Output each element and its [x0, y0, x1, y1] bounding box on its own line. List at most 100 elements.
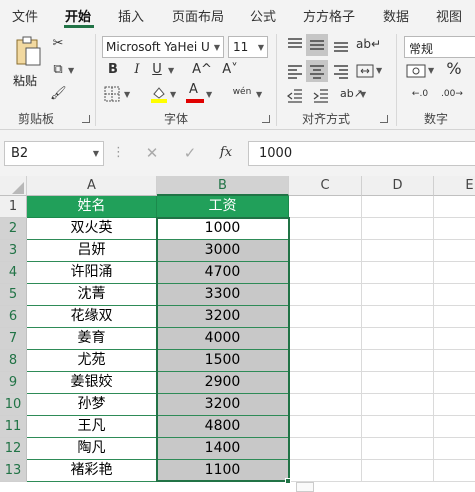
empty-cell-c[interactable]	[289, 438, 362, 460]
merge-center-icon[interactable]	[356, 62, 374, 80]
cell-name[interactable]: 姜银姣	[27, 372, 157, 394]
tab-insert[interactable]: 插入	[118, 6, 144, 25]
align-right-icon[interactable]	[332, 62, 350, 80]
empty-cell-e[interactable]	[434, 196, 475, 218]
empty-cell-d[interactable]	[362, 240, 434, 262]
empty-cell-c[interactable]	[289, 372, 362, 394]
decrease-decimal-icon[interactable]: .00→	[438, 86, 466, 102]
percent-button[interactable]: %	[444, 61, 464, 77]
row-header[interactable]: 9	[0, 372, 27, 394]
empty-cell-d[interactable]	[362, 306, 434, 328]
accounting-format-icon[interactable]	[406, 62, 426, 80]
column-header-c[interactable]: C	[289, 176, 362, 196]
row-header[interactable]: 10	[0, 394, 27, 416]
row-header[interactable]: 4	[0, 262, 27, 284]
increase-indent-icon[interactable]	[312, 86, 330, 104]
empty-cell-c[interactable]	[289, 218, 362, 240]
row-header[interactable]: 11	[0, 416, 27, 438]
cell-name[interactable]: 吕妍	[27, 240, 157, 262]
empty-cell-e[interactable]	[434, 306, 475, 328]
cell-name[interactable]: 王凡	[27, 416, 157, 438]
empty-cell-e[interactable]	[434, 284, 475, 306]
font-size-select[interactable]: 11 ▼	[228, 36, 268, 58]
accounting-dropdown-icon[interactable]: ▼	[428, 66, 434, 75]
tab-page-layout[interactable]: 页面布局	[172, 6, 224, 25]
align-middle-button-selected[interactable]	[306, 34, 328, 56]
empty-cell-d[interactable]	[362, 350, 434, 372]
row-header[interactable]: 12	[0, 438, 27, 460]
cell-name[interactable]: 姜育	[27, 328, 157, 350]
clipboard-launcher-icon[interactable]	[82, 115, 90, 123]
column-header-b[interactable]: B	[157, 176, 289, 196]
empty-cell-d[interactable]	[362, 394, 434, 416]
format-painter-icon[interactable]: 🖌	[50, 86, 67, 102]
column-header-d[interactable]: D	[362, 176, 434, 196]
wrap-text-icon[interactable]: ab↵	[356, 36, 381, 52]
worksheet-grid[interactable]: A B C D E 1 2 3 4 5 6 7 8 9 10 11 12 13 姓名 工资 双火英 1000 吕…	[0, 176, 475, 492]
cell-name[interactable]: 沈菁	[27, 284, 157, 306]
empty-cell-c[interactable]	[289, 416, 362, 438]
phonetic-dropdown-icon[interactable]: ▼	[256, 90, 262, 99]
column-header-a[interactable]: A	[27, 176, 157, 196]
empty-cell-d[interactable]	[362, 460, 434, 482]
empty-cell-c[interactable]	[289, 460, 362, 482]
tab-formulas[interactable]: 公式	[250, 6, 276, 25]
row-header[interactable]: 5	[0, 284, 27, 306]
empty-cell-c[interactable]	[289, 240, 362, 262]
empty-cell-e[interactable]	[434, 328, 475, 350]
row-header[interactable]: 1	[0, 196, 27, 218]
underline-button[interactable]: U	[150, 62, 164, 78]
borders-icon[interactable]	[104, 86, 120, 102]
borders-dropdown-icon[interactable]: ▼	[124, 90, 130, 99]
column-header-e[interactable]: E	[434, 176, 475, 196]
cancel-entry-icon[interactable]: ✕	[144, 145, 160, 161]
row-header[interactable]: 13	[0, 460, 27, 482]
row-header[interactable]: 6	[0, 306, 27, 328]
empty-cell-d[interactable]	[362, 416, 434, 438]
confirm-entry-icon[interactable]: ✓	[182, 145, 198, 161]
increase-decimal-icon[interactable]: ←.0	[406, 86, 434, 102]
empty-cell-d[interactable]	[362, 218, 434, 240]
row-header[interactable]: 2	[0, 218, 27, 240]
empty-cell-c[interactable]	[289, 284, 362, 306]
cell-name[interactable]: 花缘双	[27, 306, 157, 328]
row-header[interactable]: 3	[0, 240, 27, 262]
quick-analysis-icon[interactable]	[296, 482, 314, 492]
merge-dropdown-icon[interactable]: ▼	[376, 66, 382, 75]
empty-cell-c[interactable]	[289, 350, 362, 372]
align-bottom-icon[interactable]	[332, 36, 350, 54]
select-all-corner[interactable]	[0, 176, 27, 196]
fill-color-dropdown-icon[interactable]: ▼	[170, 90, 176, 99]
empty-cell-c[interactable]	[289, 394, 362, 416]
empty-cell-e[interactable]	[434, 438, 475, 460]
header-cell-name[interactable]: 姓名	[27, 196, 157, 218]
empty-cell-d[interactable]	[362, 262, 434, 284]
empty-cell-e[interactable]	[434, 262, 475, 284]
tab-home[interactable]: 开始	[65, 6, 91, 25]
empty-cell-e[interactable]	[434, 218, 475, 240]
orientation-icon[interactable]: ab↗	[340, 86, 363, 102]
empty-cell-c[interactable]	[289, 262, 362, 284]
empty-cell-d[interactable]	[362, 196, 434, 218]
header-cell-salary[interactable]: 工资	[157, 196, 289, 218]
font-name-select[interactable]: Microsoft YaHei UI ▼	[102, 36, 224, 58]
align-left-icon[interactable]	[286, 62, 304, 80]
empty-cell-e[interactable]	[434, 240, 475, 262]
tab-view[interactable]: 视图	[436, 6, 462, 25]
copy-dropdown-icon[interactable]: ▼	[68, 66, 74, 75]
paste-button[interactable]: 粘贴	[10, 36, 46, 92]
empty-cell-d[interactable]	[362, 328, 434, 350]
empty-cell-c[interactable]	[289, 196, 362, 218]
empty-cell-c[interactable]	[289, 328, 362, 350]
alignment-launcher-icon[interactable]	[380, 115, 388, 123]
decrease-indent-icon[interactable]	[286, 86, 304, 104]
insert-function-button[interactable]: fx	[218, 145, 234, 161]
copy-icon[interactable]: ⧉	[50, 62, 66, 78]
empty-cell-c[interactable]	[289, 306, 362, 328]
tab-data[interactable]: 数据	[383, 6, 409, 25]
number-format-select[interactable]: 常规	[404, 36, 475, 58]
font-launcher-icon[interactable]	[262, 115, 270, 123]
cell-name[interactable]: 许阳涌	[27, 262, 157, 284]
cut-icon[interactable]: ✂	[50, 36, 66, 52]
name-box[interactable]: B2 ▼	[4, 141, 104, 166]
